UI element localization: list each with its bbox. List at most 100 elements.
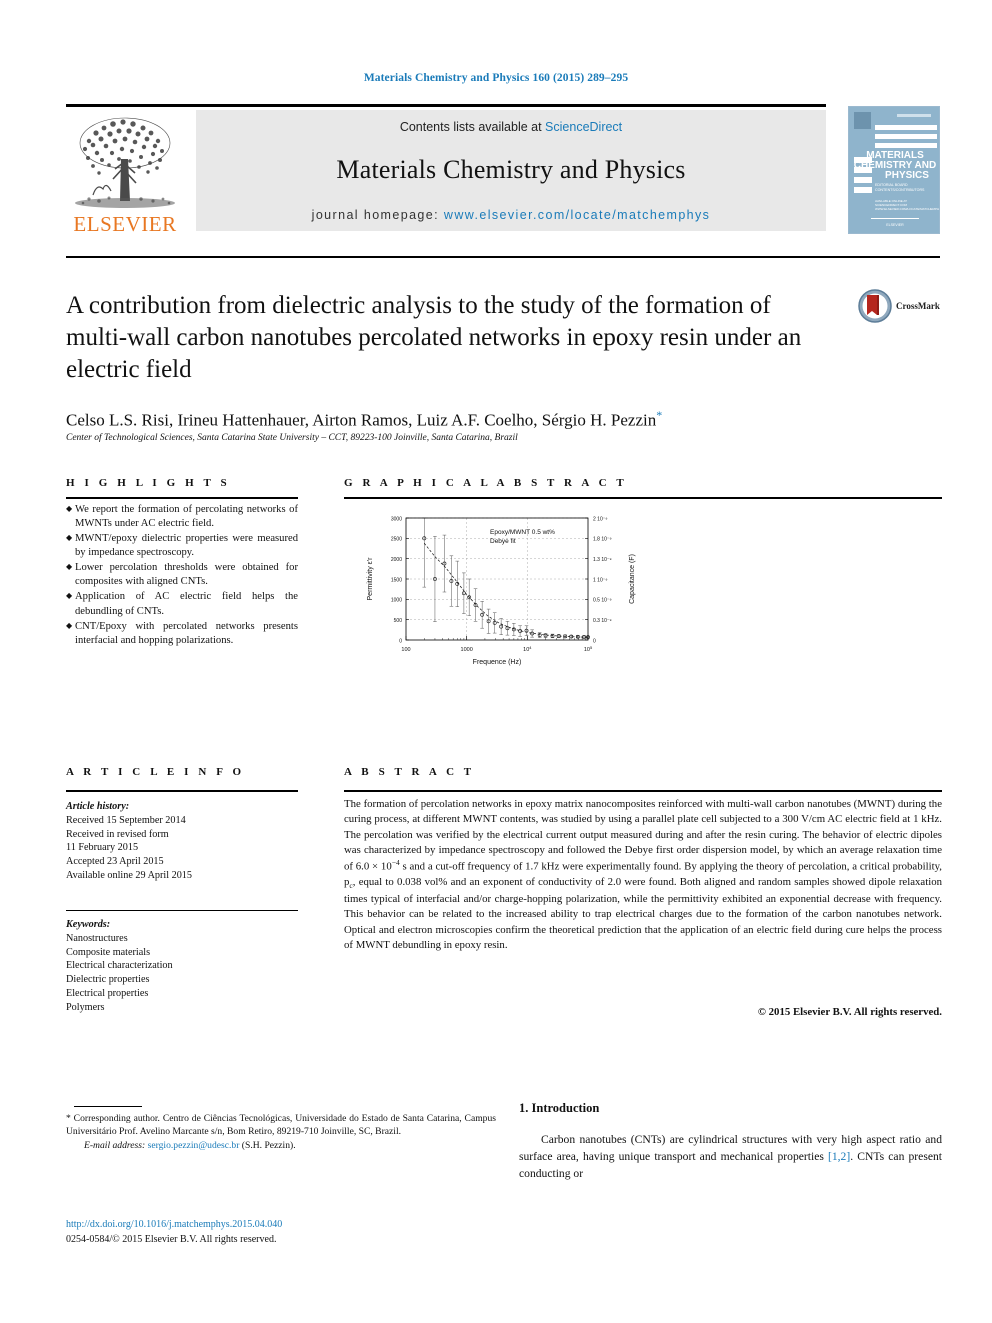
keyword: Polymers <box>66 1001 105 1013</box>
crossmark-badge[interactable]: CrossMark <box>858 286 942 326</box>
list-item: ◆ Application of AC electric field helps… <box>66 590 298 618</box>
abstract-copyright: © 2015 Elsevier B.V. All rights reserved… <box>757 1006 942 1018</box>
svg-text:0: 0 <box>593 638 596 644</box>
cover-top-text <box>897 114 931 117</box>
svg-text:100: 100 <box>401 647 410 653</box>
contents-prefix: Contents lists available at <box>399 120 546 134</box>
journal-banner: Contents lists available at ScienceDirec… <box>196 110 826 231</box>
abstract-heading: A B S T R A C T <box>344 766 475 778</box>
highlight-text: Application of AC electric field helps t… <box>75 591 298 617</box>
masthead-top-rule <box>66 104 826 107</box>
svg-text:1 10⁻⁹: 1 10⁻⁹ <box>593 577 608 583</box>
cover-block <box>854 157 872 163</box>
cover-bar <box>875 125 937 130</box>
homepage-url[interactable]: www.elsevier.com/locate/matchemphys <box>444 208 710 222</box>
cover-block <box>854 187 872 193</box>
elsevier-wordmark: ELSEVIER <box>73 212 177 236</box>
history-line: Accepted 23 April 2015 <box>66 856 164 868</box>
svg-text:0: 0 <box>399 638 402 644</box>
list-item: ◆ CNT/Epoxy with percolated networks pre… <box>66 620 298 648</box>
bullet-icon: ◆ <box>66 504 73 513</box>
crossmark-label: CrossMark <box>896 301 940 311</box>
history-line: Received in revised form <box>66 828 169 840</box>
crossmark-icon <box>858 289 892 323</box>
footnote-rule <box>74 1106 142 1107</box>
journal-homepage: journal homepage: www.elsevier.com/locat… <box>312 208 711 222</box>
highlight-text: CNT/Epoxy with percolated networks prese… <box>75 620 298 646</box>
doi-block: http://dx.doi.org/10.1016/j.matchemphys.… <box>66 1218 496 1247</box>
paper-page: Materials Chemistry and Physics 160 (201… <box>0 0 992 1323</box>
doi-link[interactable]: http://dx.doi.org/10.1016/j.matchemphys.… <box>66 1218 496 1233</box>
affiliation: Center of Technological Sciences, Santa … <box>66 433 518 443</box>
svg-text:Epoxy/MWNT 0.5 wt%: Epoxy/MWNT 0.5 wt% <box>490 529 555 536</box>
cover-footer: ELSEVIER <box>886 223 904 227</box>
svg-text:1000: 1000 <box>461 647 473 653</box>
abstract-text: The formation of percolation networks in… <box>344 797 942 953</box>
abstract-rule <box>344 790 942 792</box>
highlights-rule <box>66 497 298 499</box>
svg-text:1000: 1000 <box>391 598 402 604</box>
highlight-text: MWNT/epoxy dielectric properties were me… <box>75 533 298 559</box>
email-link[interactable]: sergio.pezzin@udesc.br <box>148 1140 240 1151</box>
corresponding-author-note: * Corresponding author. Centro de Ciênci… <box>66 1112 496 1152</box>
keyword: Dielectric properties <box>66 974 150 986</box>
permittivity-frequency-chart: 0 0 500 0.3 10⁻⁹ 1000 0.5 10⁻⁹ 1500 1 10⁻⁹ 2000 1… <box>367 516 636 666</box>
svg-text:2 10⁻⁹: 2 10⁻⁹ <box>593 516 608 522</box>
keyword: Electrical characterization <box>66 960 173 972</box>
svg-text:Capacitance (F): Capacitance (F) <box>629 554 636 604</box>
bullet-icon: ◆ <box>66 591 73 601</box>
article-history: Article history: Received 15 September 2… <box>66 800 298 883</box>
introduction-paragraph: Carbon nanotubes (CNTs) are cylindrical … <box>519 1131 942 1182</box>
highlights-heading: H I G H L I G H T S <box>66 477 231 489</box>
journal-title: Materials Chemistry and Physics <box>336 155 686 184</box>
article-info-rule <box>66 790 298 792</box>
graphical-abstract-heading: G R A P H I C A L A B S T R A C T <box>344 477 628 489</box>
bullet-icon: ◆ <box>66 620 73 630</box>
cover-footer-rule <box>871 218 919 219</box>
svg-text:Permittivity ε'r: Permittivity ε'r <box>367 557 374 601</box>
keyword: Nanostructures <box>66 932 128 944</box>
running-head: Materials Chemistry and Physics 160 (201… <box>363 72 629 84</box>
cover-title-line-3: PHYSICS <box>885 170 929 181</box>
email-owner: (S.H. Pezzin). <box>241 1139 296 1151</box>
footnote-marker: * <box>66 1113 71 1124</box>
journal-cover-thumbnail: MATERIALS CHEMISTRY AND PHYSICS EDITORIA… <box>848 106 940 234</box>
svg-text:500: 500 <box>394 618 403 624</box>
list-item: ◆ MWNT/epoxy dielectric properties were … <box>66 532 298 560</box>
keywords-list: Keywords: Nanostructures Composite mater… <box>66 918 298 1014</box>
citation-link[interactable]: [1,2] <box>828 1150 850 1163</box>
history-line: Received 15 September 2014 <box>66 814 186 826</box>
cover-subtitle: EDITORIAL BOARD CONTENTS/CONTRIBUTORS <box>875 183 925 192</box>
svg-text:1.8 10⁻⁹: 1.8 10⁻⁹ <box>593 537 612 543</box>
contents-line: Contents lists available at ScienceDirec… <box>400 120 622 134</box>
journal-masthead: ELSEVIER Contents lists available at Sci… <box>66 104 940 235</box>
author-list: Celso L.S. Risi, Irineu Hattenhauer, Air… <box>66 408 866 431</box>
cover-elsevier-mark <box>854 112 871 129</box>
elsevier-logo: ELSEVIER <box>66 110 184 235</box>
abstract-exponent: −4 <box>391 858 400 868</box>
keyword: Electrical properties <box>66 987 149 999</box>
author-names: Celso L.S. Risi, Irineu Hattenhauer, Air… <box>66 410 657 430</box>
history-line: Available online 29 April 2015 <box>66 869 192 881</box>
corresponding-author-marker: * <box>656 408 663 422</box>
email-label: E-mail address: <box>84 1139 146 1151</box>
cover-small-print: AVAILABLE ONLINE AT SCIENCEDIRECT.COM WWW… <box>875 199 940 212</box>
keyword: Composite materials <box>66 946 151 958</box>
page-title: A contribution from dielectric analysis … <box>66 292 802 383</box>
svg-text:Debye fit: Debye fit <box>490 538 516 545</box>
article-history-label: Article history: <box>66 801 130 812</box>
introduction-heading: 1. Introduction <box>519 1101 600 1115</box>
bullet-icon: ◆ <box>66 533 73 543</box>
svg-text:104: 104 <box>523 645 532 653</box>
cover-bar <box>875 134 937 139</box>
list-item: ◆ We report the formation of percolating… <box>66 503 298 531</box>
svg-text:2000: 2000 <box>391 557 402 563</box>
cover-block <box>854 167 872 173</box>
sciencedirect-link[interactable]: ScienceDirect <box>545 120 622 134</box>
abstract-part-3: , equal to 0.038 vol% and an exponent of… <box>344 876 942 952</box>
graphical-abstract-rule <box>344 497 942 499</box>
svg-text:Frequence (Hz): Frequence (Hz) <box>473 659 522 666</box>
highlight-text: Lower percolation thresholds were obtain… <box>75 562 298 588</box>
history-line: 11 February 2015 <box>66 842 139 854</box>
elsevier-tree-icon <box>75 117 175 208</box>
